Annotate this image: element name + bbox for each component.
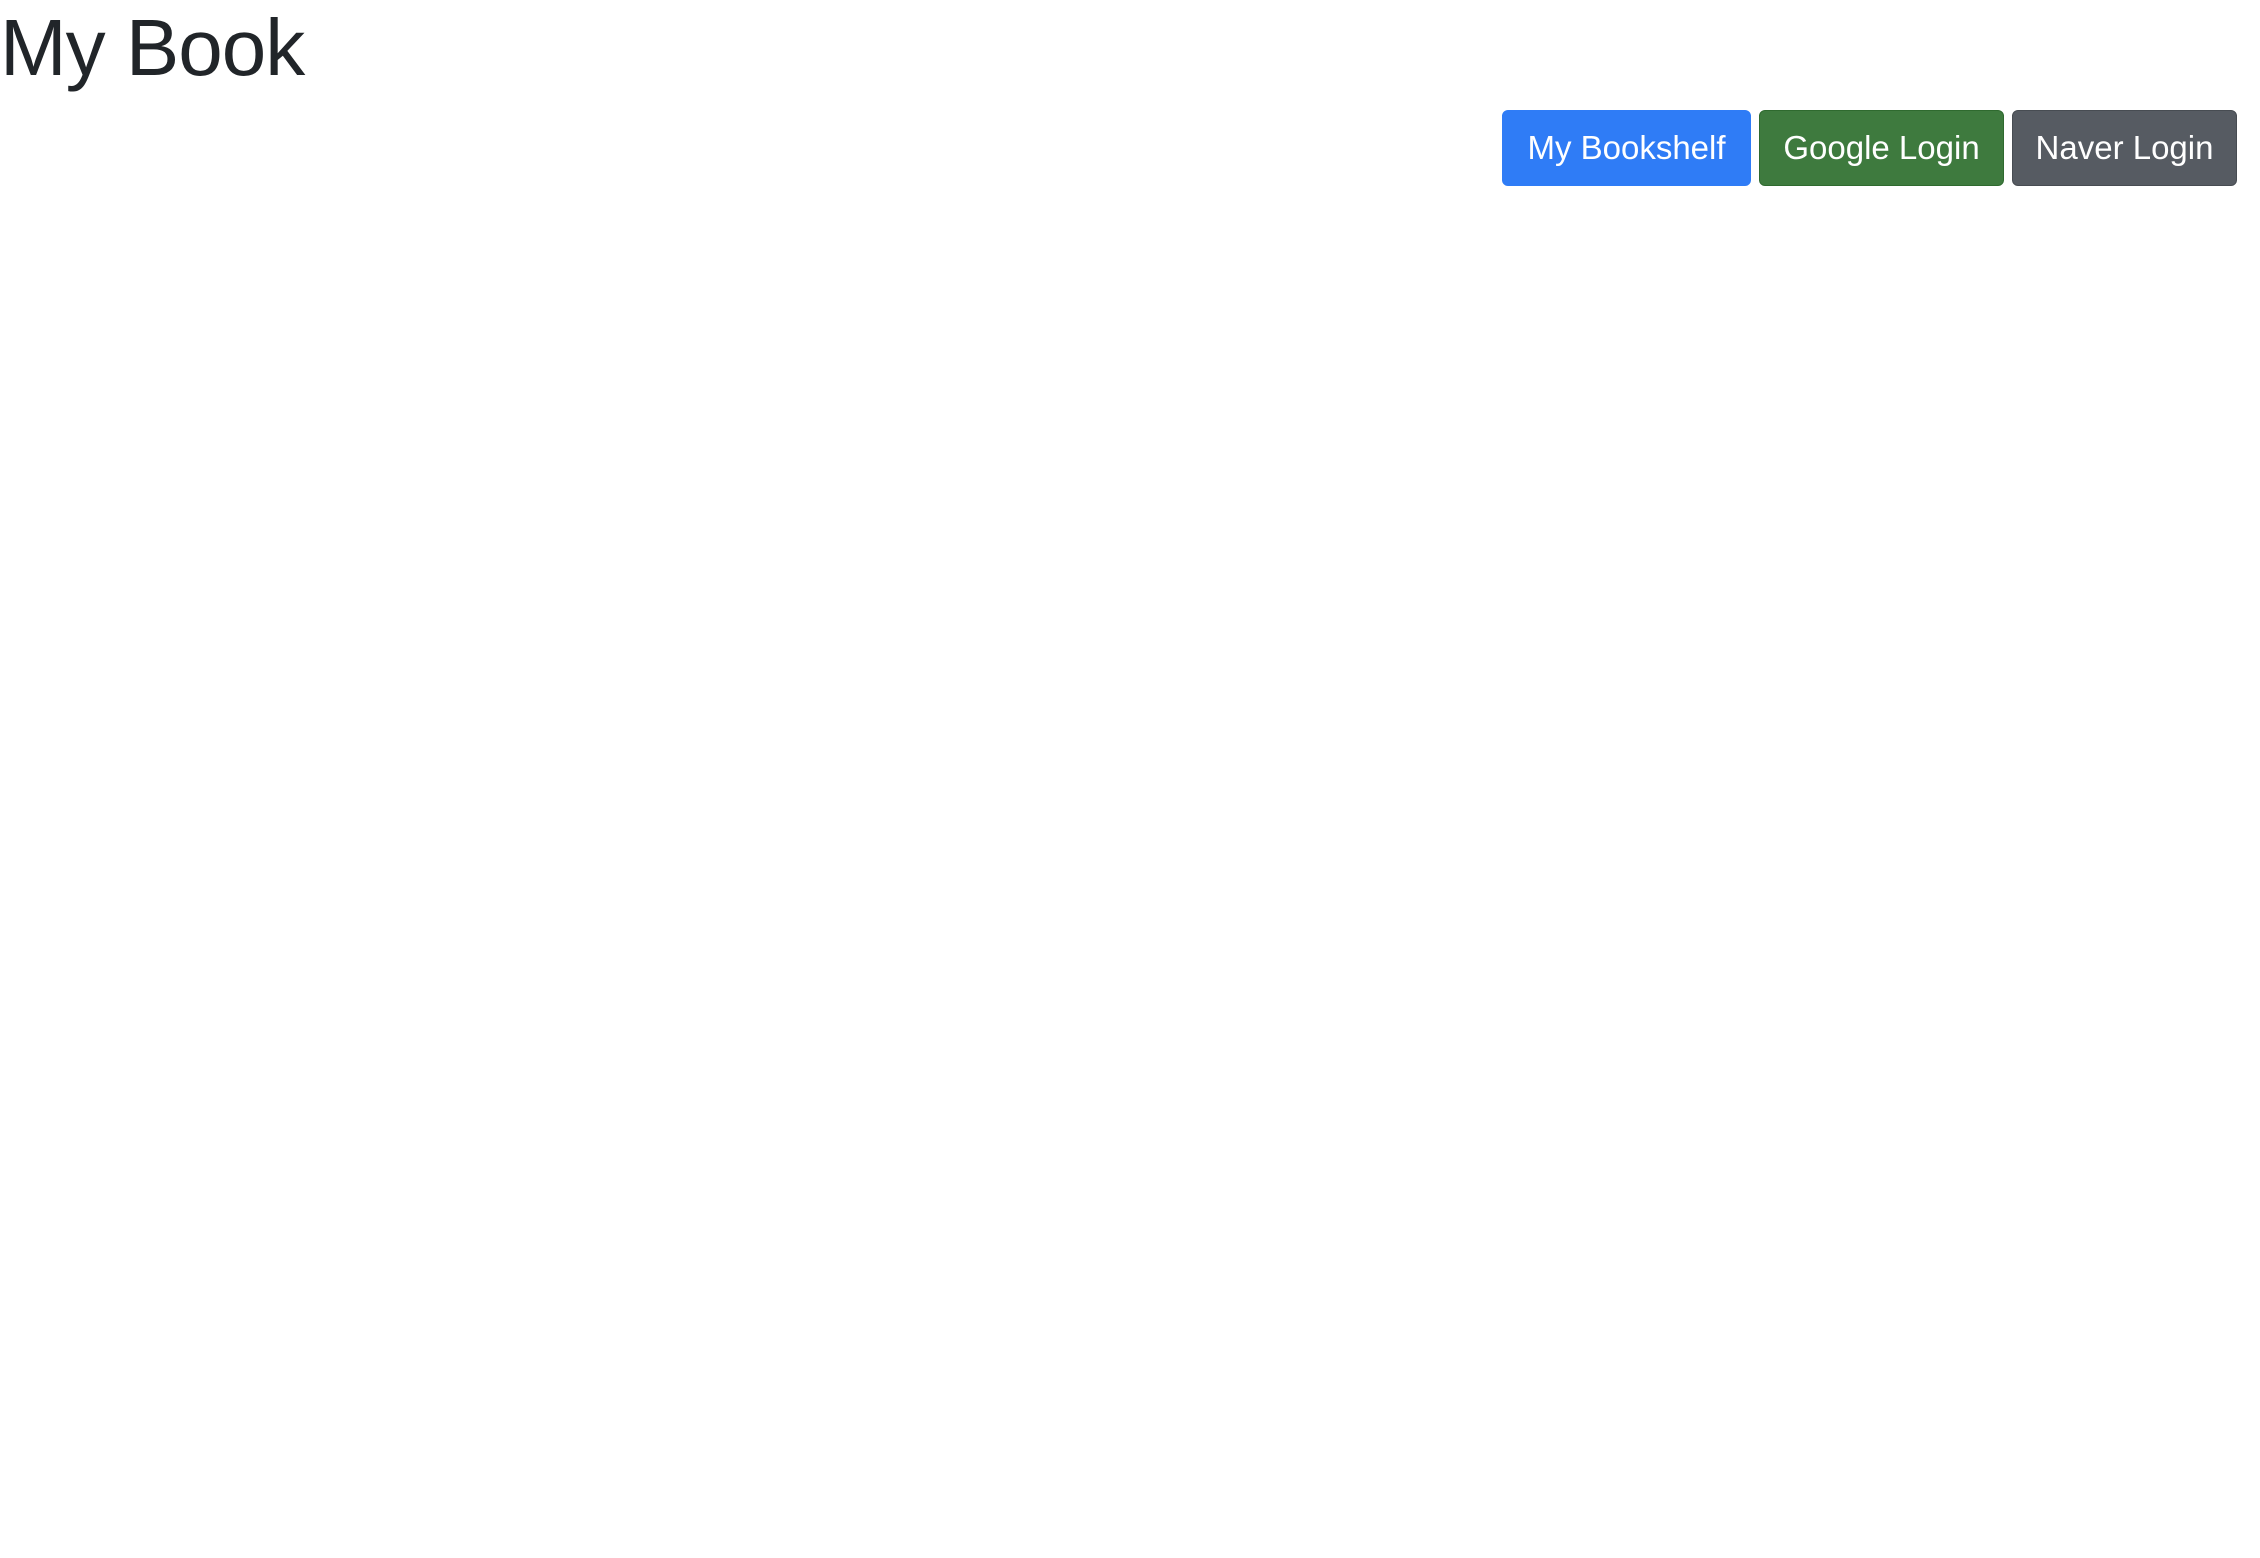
page-title: My Book xyxy=(0,3,305,92)
google-login-button[interactable]: Google Login xyxy=(1759,110,2004,186)
my-bookshelf-button[interactable]: My Bookshelf xyxy=(1502,110,1751,186)
header-actions: My Bookshelf Google Login Naver Login xyxy=(1502,110,2237,186)
naver-login-button[interactable]: Naver Login xyxy=(2012,110,2237,186)
